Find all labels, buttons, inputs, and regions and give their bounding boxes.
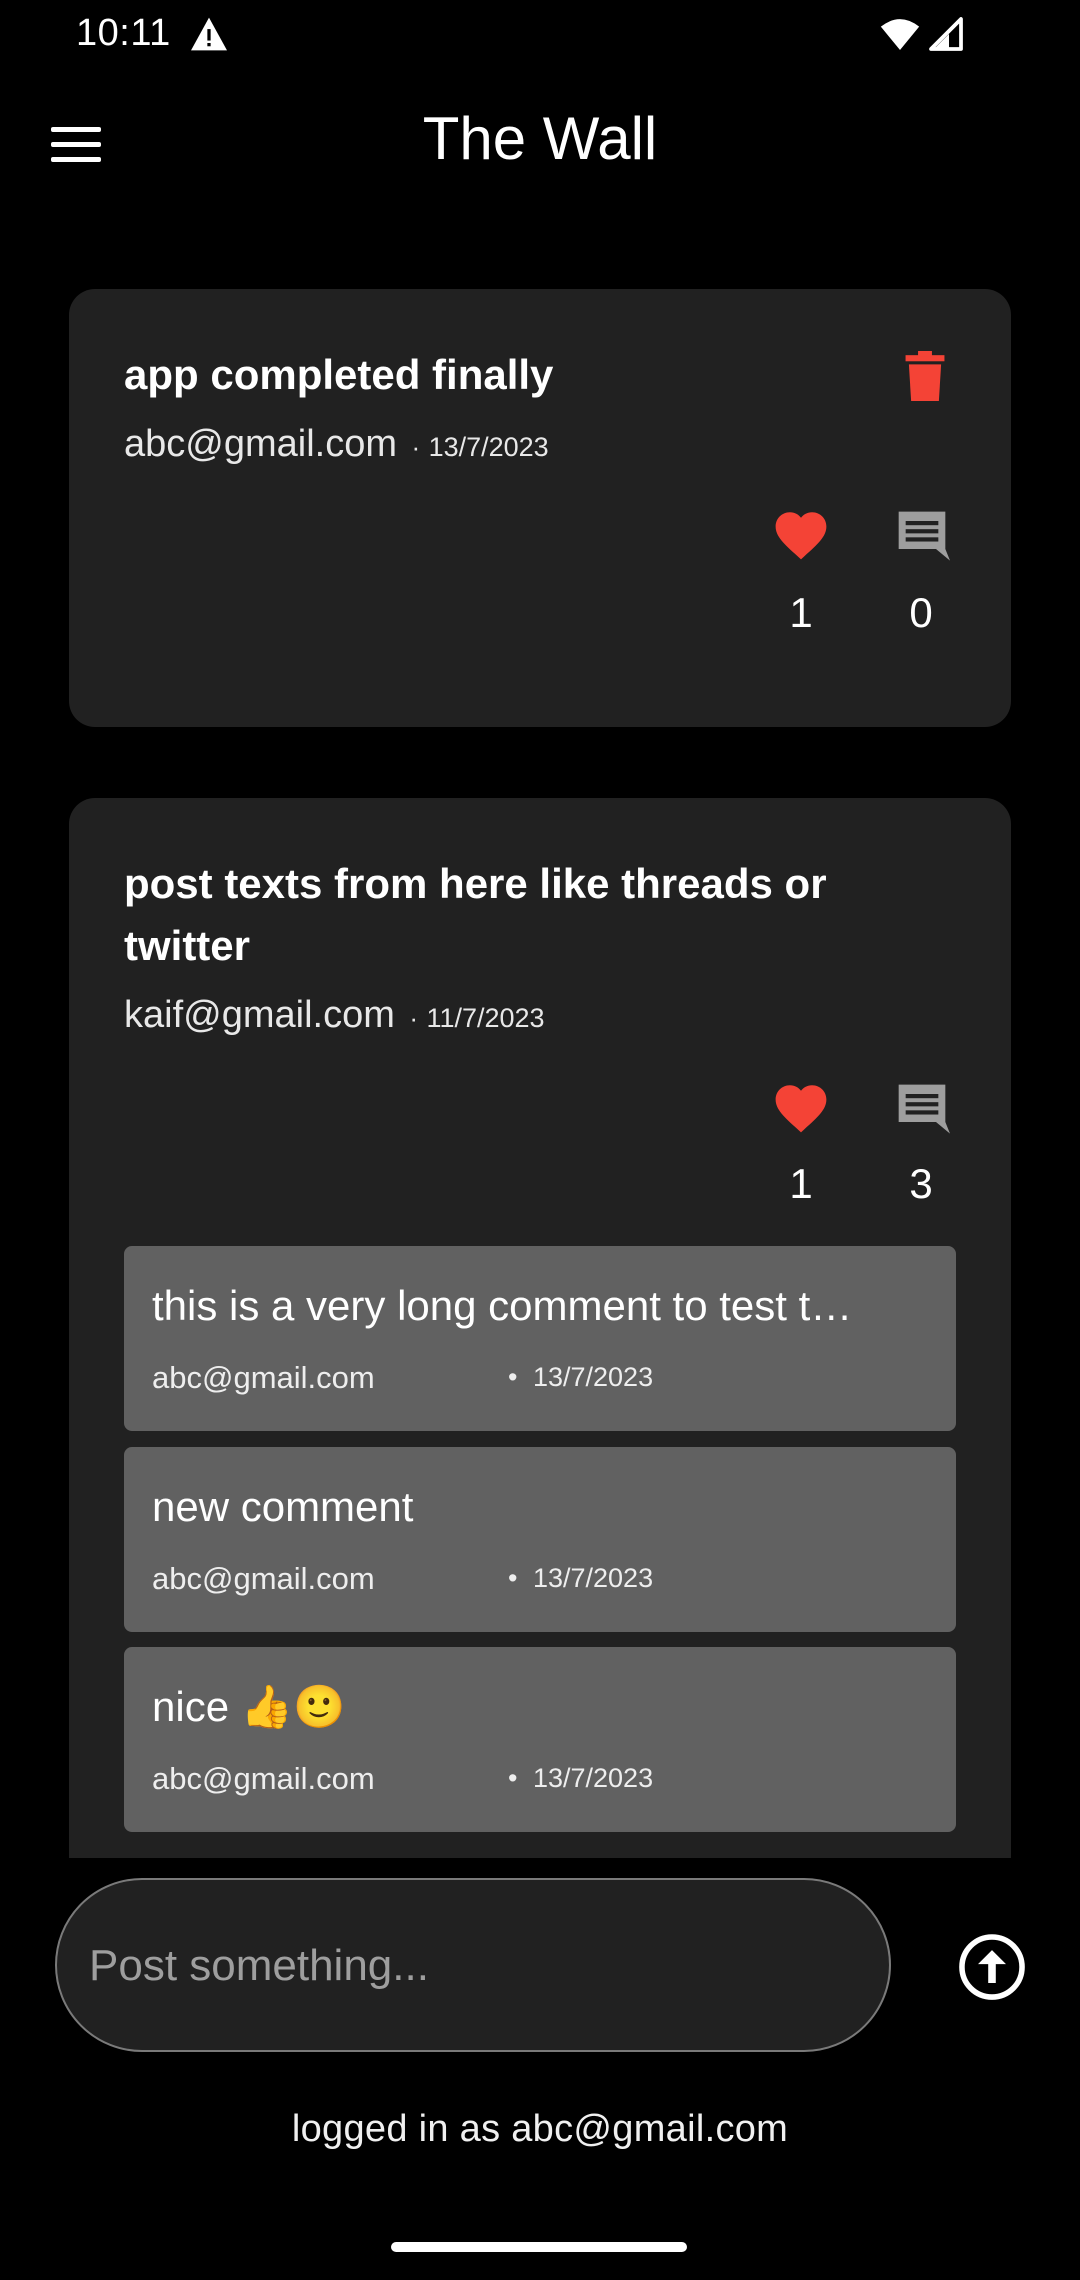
comment-text: nice 👍🙂	[152, 1683, 346, 1730]
comment-item: this is a very long comment to test t… a…	[124, 1246, 956, 1431]
send-post-icon[interactable]	[957, 1932, 1027, 2002]
home-indicator[interactable]	[391, 2242, 687, 2252]
warning-icon	[191, 17, 227, 51]
post-input-container	[55, 1878, 891, 2052]
comment-icon[interactable]	[894, 507, 950, 563]
like-heart-icon[interactable]	[772, 507, 830, 561]
page-title: The Wall	[422, 105, 658, 172]
comment-user: abc@gmail.com	[152, 1360, 375, 1395]
comment-date-value: 13/7/2023	[532, 1563, 654, 1593]
logged-in-label: logged in as abc@gmail.com	[291, 2108, 789, 2150]
meta-separator: •	[508, 1763, 518, 1793]
post-user: abc@gmail.com	[124, 423, 397, 465]
comment-date: • 13/7/2023	[508, 1563, 653, 1594]
comment-item: new comment abc@gmail.com • 13/7/2023	[124, 1447, 956, 1632]
post-title: app completed finally	[124, 351, 554, 398]
comment-date-value: 13/7/2023	[532, 1362, 654, 1392]
post-title: post texts from here like threads or twi…	[124, 853, 924, 977]
cell-signal-icon	[929, 17, 963, 51]
meta-separator: ·	[409, 1003, 418, 1033]
meta-separator: •	[508, 1362, 518, 1392]
wifi-icon	[880, 19, 920, 50]
post-meta: abc@gmail.com · 13/7/2023	[124, 423, 549, 466]
meta-separator: •	[508, 1563, 518, 1593]
post-input[interactable]	[87, 1880, 861, 2052]
like-heart-icon[interactable]	[772, 1080, 830, 1134]
post-card: app completed finally abc@gmail.com · 13…	[69, 289, 1011, 727]
comment-item: nice 👍🙂 abc@gmail.com • 13/7/2023	[124, 1647, 956, 1832]
comment-user: abc@gmail.com	[152, 1561, 375, 1596]
post-date: 13/7/2023	[428, 432, 549, 462]
meta-separator: ·	[411, 432, 421, 462]
comment-date-value: 13/7/2023	[532, 1763, 654, 1793]
status-time: 10:11	[76, 12, 171, 54]
comment-date: • 13/7/2023	[508, 1362, 653, 1393]
post-meta: kaif@gmail.com · 11/7/2023	[124, 994, 545, 1037]
comment-text: this is a very long comment to test t…	[152, 1282, 853, 1329]
comment-count: 0	[909, 589, 933, 636]
comment-count: 3	[909, 1160, 933, 1207]
post-title-line: twitter	[124, 922, 250, 969]
comment-text: new comment	[152, 1483, 414, 1530]
post-user: kaif@gmail.com	[124, 994, 395, 1036]
post-date: 11/7/2023	[426, 1003, 545, 1033]
comment-user: abc@gmail.com	[152, 1761, 375, 1796]
delete-icon[interactable]	[903, 351, 947, 401]
like-count: 1	[789, 589, 813, 636]
post-title-line: post texts from here like threads or	[124, 860, 827, 907]
comment-icon[interactable]	[894, 1080, 950, 1136]
like-count: 1	[789, 1160, 813, 1207]
post-card: post texts from here like threads or twi…	[69, 798, 1011, 1858]
comment-date: • 13/7/2023	[508, 1763, 653, 1794]
